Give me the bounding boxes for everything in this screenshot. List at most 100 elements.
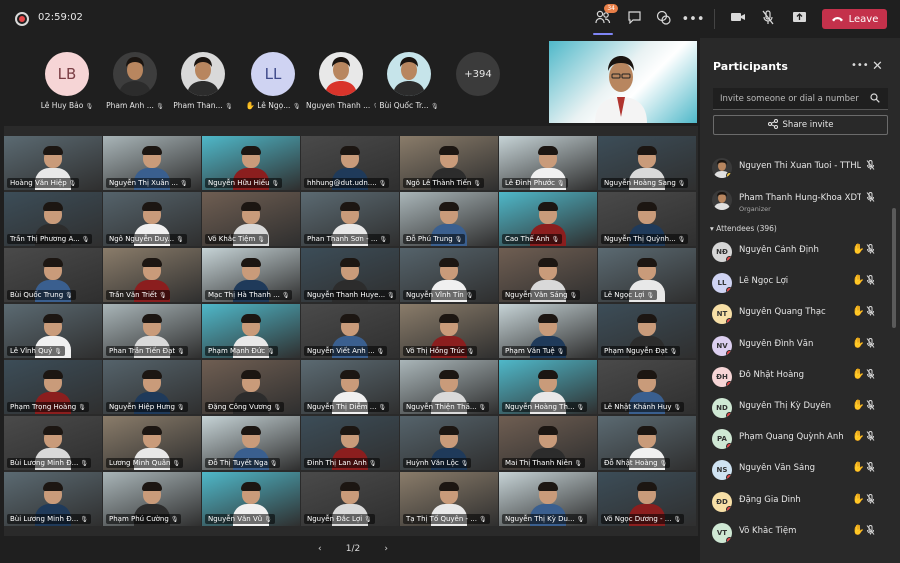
video-tile[interactable]: Nguyễn Đắc Lợi 🎙︎ bbox=[301, 472, 399, 526]
video-tile[interactable]: Nguyễn Thanh Huye... 🎙︎ bbox=[301, 248, 399, 302]
video-tile[interactable]: Phạm Mạnh Đức 🎙︎ bbox=[202, 304, 300, 358]
leave-button[interactable]: Leave bbox=[822, 9, 887, 29]
more-actions-button[interactable]: ••• bbox=[681, 7, 705, 31]
attendee-row[interactable]: NĐ Nguyễn Cảnh Định ✋ bbox=[712, 240, 882, 266]
invite-input[interactable] bbox=[713, 88, 888, 110]
chat-icon bbox=[627, 10, 642, 28]
video-tile[interactable]: Phạm Trọng Hoàng 🎙︎ bbox=[4, 360, 102, 414]
video-tile[interactable]: Nguyễn Hiệp Hưng 🎙︎ bbox=[103, 360, 201, 414]
attendees-section-header[interactable]: ▾ Attendees (396) bbox=[710, 224, 777, 233]
video-tile[interactable]: Võ Khắc Tiệm 🎙︎ bbox=[202, 192, 300, 246]
more-participants-count[interactable]: +394 bbox=[456, 52, 500, 96]
video-tile[interactable]: Nguyễn Thị Kỳ Du... 🎙︎ bbox=[499, 472, 597, 526]
video-tile[interactable]: Nguyễn Thị Xuân ... 🎙︎ bbox=[103, 136, 201, 190]
video-tile[interactable]: Phan Trần Tiến Đạt 🎙︎ bbox=[103, 304, 201, 358]
video-tile[interactable]: Hoàng Văn Hiệp 🎙︎ bbox=[4, 136, 102, 190]
organizer-row[interactable]: Nguyen Thi Xuan Tuoi - TTHL bbox=[712, 156, 882, 182]
video-tile[interactable]: Bùi Lương Minh Đ... 🎙︎ bbox=[4, 416, 102, 470]
video-tile[interactable]: Đỗ Phú Trung 🎙︎ bbox=[400, 192, 498, 246]
attendee-row[interactable]: NS Nguyễn Văn Sáng ✋ bbox=[712, 458, 882, 484]
video-tile[interactable]: Võ Thị Hồng Trúc 🎙︎ bbox=[400, 304, 498, 358]
video-tile[interactable]: Bùi Lương Minh Đ... 🎙︎ bbox=[4, 472, 102, 526]
video-tile[interactable]: Phạm Nguyễn Đạt 🎙︎ bbox=[598, 304, 696, 358]
video-tile[interactable]: Đỗ Thị Tuyết Nga 🎙︎ bbox=[202, 416, 300, 470]
pinned-video-tile[interactable] bbox=[549, 41, 697, 123]
video-tile[interactable]: Nguyễn Hoàng Th... 🎙︎ bbox=[499, 360, 597, 414]
prev-page-icon[interactable]: ‹ bbox=[318, 544, 322, 554]
tile-name-text: Lê Nhật Khánh Huy bbox=[604, 403, 672, 411]
video-tile[interactable]: Đặng Công Vương 🎙︎ bbox=[202, 360, 300, 414]
strip-participant[interactable]: +394 bbox=[443, 52, 513, 96]
video-tile[interactable]: Ngô Lê Thành Tiến 🎙︎ bbox=[400, 136, 498, 190]
strip-participant[interactable]: Pham Anh ... 🎙︎ bbox=[100, 52, 170, 110]
attendee-row[interactable]: ĐH Đỗ Nhật Hoàng ✋ bbox=[712, 365, 882, 391]
video-tile[interactable]: Bùi Quốc Trung 🎙︎ bbox=[4, 248, 102, 302]
organizer-row[interactable]: Pham Thanh Hung-Khoa XDT... Organizer bbox=[712, 188, 882, 214]
attendee-row[interactable]: NV Nguyễn Đình Văn ✋ bbox=[712, 334, 882, 360]
participants-button[interactable]: 34 bbox=[591, 4, 618, 35]
attendee-row[interactable]: ND Nguyễn Thị Kỳ Duyên ✋ bbox=[712, 396, 882, 422]
strip-participant[interactable]: LL ✋ Lê Ngọ... 🎙︎ bbox=[238, 52, 308, 110]
panel-more-icon[interactable]: ••• bbox=[851, 60, 869, 71]
video-tile[interactable]: Phan Thanh Sơn - ... 🎙︎ bbox=[301, 192, 399, 246]
panel-scrollbar[interactable] bbox=[892, 208, 896, 328]
video-tile[interactable]: Nguyễn Thiện Thả... 🎙︎ bbox=[400, 360, 498, 414]
tile-name-text: Nguyễn Đắc Lợi bbox=[307, 515, 363, 523]
next-page-icon[interactable]: › bbox=[384, 544, 388, 554]
chat-button[interactable] bbox=[622, 7, 646, 31]
strip-participant[interactable]: Nguyen Thanh ... 🎙︎ bbox=[306, 52, 376, 110]
camera-button[interactable] bbox=[726, 7, 750, 31]
video-tile[interactable]: Lê Ngọc Lợi 🎙︎ bbox=[598, 248, 696, 302]
video-tile[interactable]: Nguyễn Hữu Hiếu 🎙︎ bbox=[202, 136, 300, 190]
video-grid: Hoàng Văn Hiệp 🎙︎ Nguyễn Thị Xuân ... 🎙︎ Ngu… bbox=[4, 126, 698, 536]
attendee-row[interactable]: ĐD Đặng Gia Dinh ✋ bbox=[712, 490, 882, 516]
share-icon bbox=[792, 11, 807, 28]
attendee-row[interactable]: PA Phạm Quang Quỳnh Anh ✋ bbox=[712, 427, 882, 453]
share-screen-button[interactable] bbox=[787, 7, 811, 31]
video-tile[interactable]: Đinh Thị Lan Anh 🎙︎ bbox=[301, 416, 399, 470]
video-tile[interactable]: Huỳnh Văn Lộc 🎙︎ bbox=[400, 416, 498, 470]
video-tile[interactable]: Nguyễn Văn Vũ 🎙︎ bbox=[202, 472, 300, 526]
video-tile[interactable]: Mai Thị Thanh Niên 🎙︎ bbox=[499, 416, 597, 470]
video-tile[interactable]: Nguyễn Thị Diễm ... 🎙︎ bbox=[301, 360, 399, 414]
video-tile[interactable]: Nguyễn Thị Quỳnh... 🎙︎ bbox=[598, 192, 696, 246]
strip-participant[interactable]: LB Lê Huy Bảo 🎙︎ bbox=[32, 52, 102, 110]
video-tile[interactable]: Nguyễn Viết Anh ... 🎙︎ bbox=[301, 304, 399, 358]
video-tile[interactable]: hhhung@dut.udn.... 🎙︎ bbox=[301, 136, 399, 190]
mic-off-icon: 🎙︎ bbox=[54, 347, 62, 355]
video-tile[interactable]: Mạc Thị Hà Thanh ... 🎙︎ bbox=[202, 248, 300, 302]
video-tile[interactable]: Phạm Văn Tuệ 🎙︎ bbox=[499, 304, 597, 358]
tile-name-text: Lê Vĩnh Quý bbox=[10, 347, 53, 355]
attendee-row[interactable]: VT Võ Khắc Tiệm ✋ bbox=[712, 521, 882, 547]
search-icon bbox=[870, 93, 880, 106]
tile-name-text: Cao Thế Anh bbox=[505, 235, 550, 243]
mic-off-icon: 🎙︎ bbox=[65, 291, 73, 299]
mic-button[interactable] bbox=[756, 7, 780, 31]
video-tile[interactable]: Trần Văn Triết 🎙︎ bbox=[103, 248, 201, 302]
strip-participant[interactable]: Bùi Quốc Tr... 🎙︎ bbox=[374, 52, 444, 110]
video-tile[interactable]: Nguyễn Hoàng Sang 🎙︎ bbox=[598, 136, 696, 190]
video-tile[interactable]: Đỗ Nhật Hoàng 🎙︎ bbox=[598, 416, 696, 470]
share-invite-button[interactable]: Share invite bbox=[713, 115, 888, 135]
video-tile[interactable]: Nguyễn Văn Sáng 🎙︎ bbox=[499, 248, 597, 302]
video-tile[interactable]: Lê Đình Phước 🎙︎ bbox=[499, 136, 597, 190]
video-tile[interactable]: Võ Ngọc Dương - ... 🎙︎ bbox=[598, 472, 696, 526]
attendee-row[interactable]: LL Lê Ngọc Lợi ✋ bbox=[712, 271, 882, 297]
video-tile[interactable]: Phạm Phú Cường 🎙︎ bbox=[103, 472, 201, 526]
video-tile[interactable]: Ngô Nguyễn Duy... 🎙︎ bbox=[103, 192, 201, 246]
video-tile[interactable]: Nguyễn Vĩnh Tín 🎙︎ bbox=[400, 248, 498, 302]
video-tile[interactable]: Lê Nhật Khánh Huy 🎙︎ bbox=[598, 360, 696, 414]
video-tile[interactable]: Lê Vĩnh Quý 🎙︎ bbox=[4, 304, 102, 358]
tile-name-text: Phan Thanh Sơn - ... bbox=[307, 235, 378, 243]
video-tile[interactable]: Tạ Thị Tố Quyên - ... 🎙︎ bbox=[400, 472, 498, 526]
close-icon[interactable]: ✕ bbox=[872, 59, 883, 74]
video-tile[interactable]: Trần Thị Phương A... 🎙︎ bbox=[4, 192, 102, 246]
video-tile-name: Nguyễn Hiệp Hưng 🎙︎ bbox=[106, 402, 188, 412]
video-tile[interactable]: Lương Minh Quân 🎙︎ bbox=[103, 416, 201, 470]
attendee-row[interactable]: NT Nguyễn Quang Thạc ✋ bbox=[712, 302, 882, 328]
video-tile[interactable]: Cao Thế Anh 🎙︎ bbox=[499, 192, 597, 246]
mic-off-icon: 🎙︎ bbox=[460, 459, 469, 467]
reactions-button[interactable] bbox=[651, 7, 675, 31]
tile-name-text: Trần Thị Phương A... bbox=[10, 235, 80, 243]
strip-participant[interactable]: Pham Than... 🎙︎ bbox=[168, 52, 238, 110]
